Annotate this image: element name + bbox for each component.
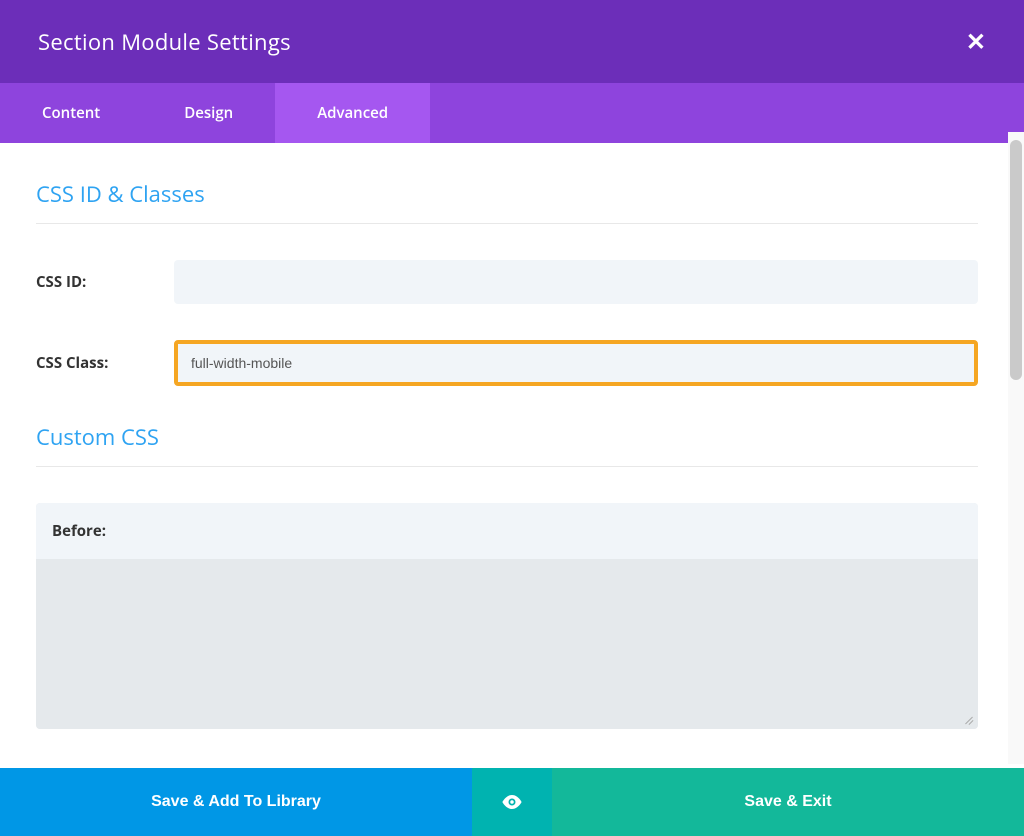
modal-footer: Save & Add To Library Save & Exit [0, 768, 1024, 836]
modal-title: Section Module Settings [38, 27, 291, 57]
tab-design[interactable]: Design [142, 83, 275, 143]
save-add-library-button[interactable]: Save & Add To Library [0, 768, 472, 836]
close-icon[interactable]: ✕ [958, 25, 994, 58]
section-title-css-id-classes: CSS ID & Classes [36, 179, 978, 209]
input-css-class[interactable] [174, 340, 978, 386]
modal-header: Section Module Settings ✕ [0, 0, 1024, 83]
input-css-id[interactable] [174, 260, 978, 304]
label-css-class: CSS Class: [36, 353, 174, 373]
css-block-label-before: Before: [36, 503, 978, 559]
label-css-id: CSS ID: [36, 272, 174, 292]
settings-modal: Section Module Settings ✕ Content Design… [0, 0, 1024, 836]
content-area[interactable]: CSS ID & Classes CSS ID: CSS Class: Cust… [0, 143, 1024, 768]
scrollbar-track[interactable] [1008, 132, 1024, 764]
css-block-textarea-before[interactable] [36, 559, 978, 729]
tab-content[interactable]: Content [0, 83, 142, 143]
tabs-bar: Content Design Advanced [0, 83, 1024, 143]
divider [36, 223, 978, 224]
form-row-css-id: CSS ID: [36, 260, 978, 304]
form-row-css-class: CSS Class: [36, 340, 978, 386]
preview-button[interactable] [472, 768, 552, 836]
section-title-custom-css: Custom CSS [36, 422, 978, 452]
tab-advanced[interactable]: Advanced [275, 83, 430, 143]
scrollbar-thumb[interactable] [1010, 140, 1022, 380]
save-exit-button[interactable]: Save & Exit [552, 768, 1024, 836]
divider [36, 466, 978, 467]
resize-handle-icon[interactable] [962, 713, 974, 725]
eye-icon [501, 795, 523, 809]
css-block-before: Before: [36, 503, 978, 729]
